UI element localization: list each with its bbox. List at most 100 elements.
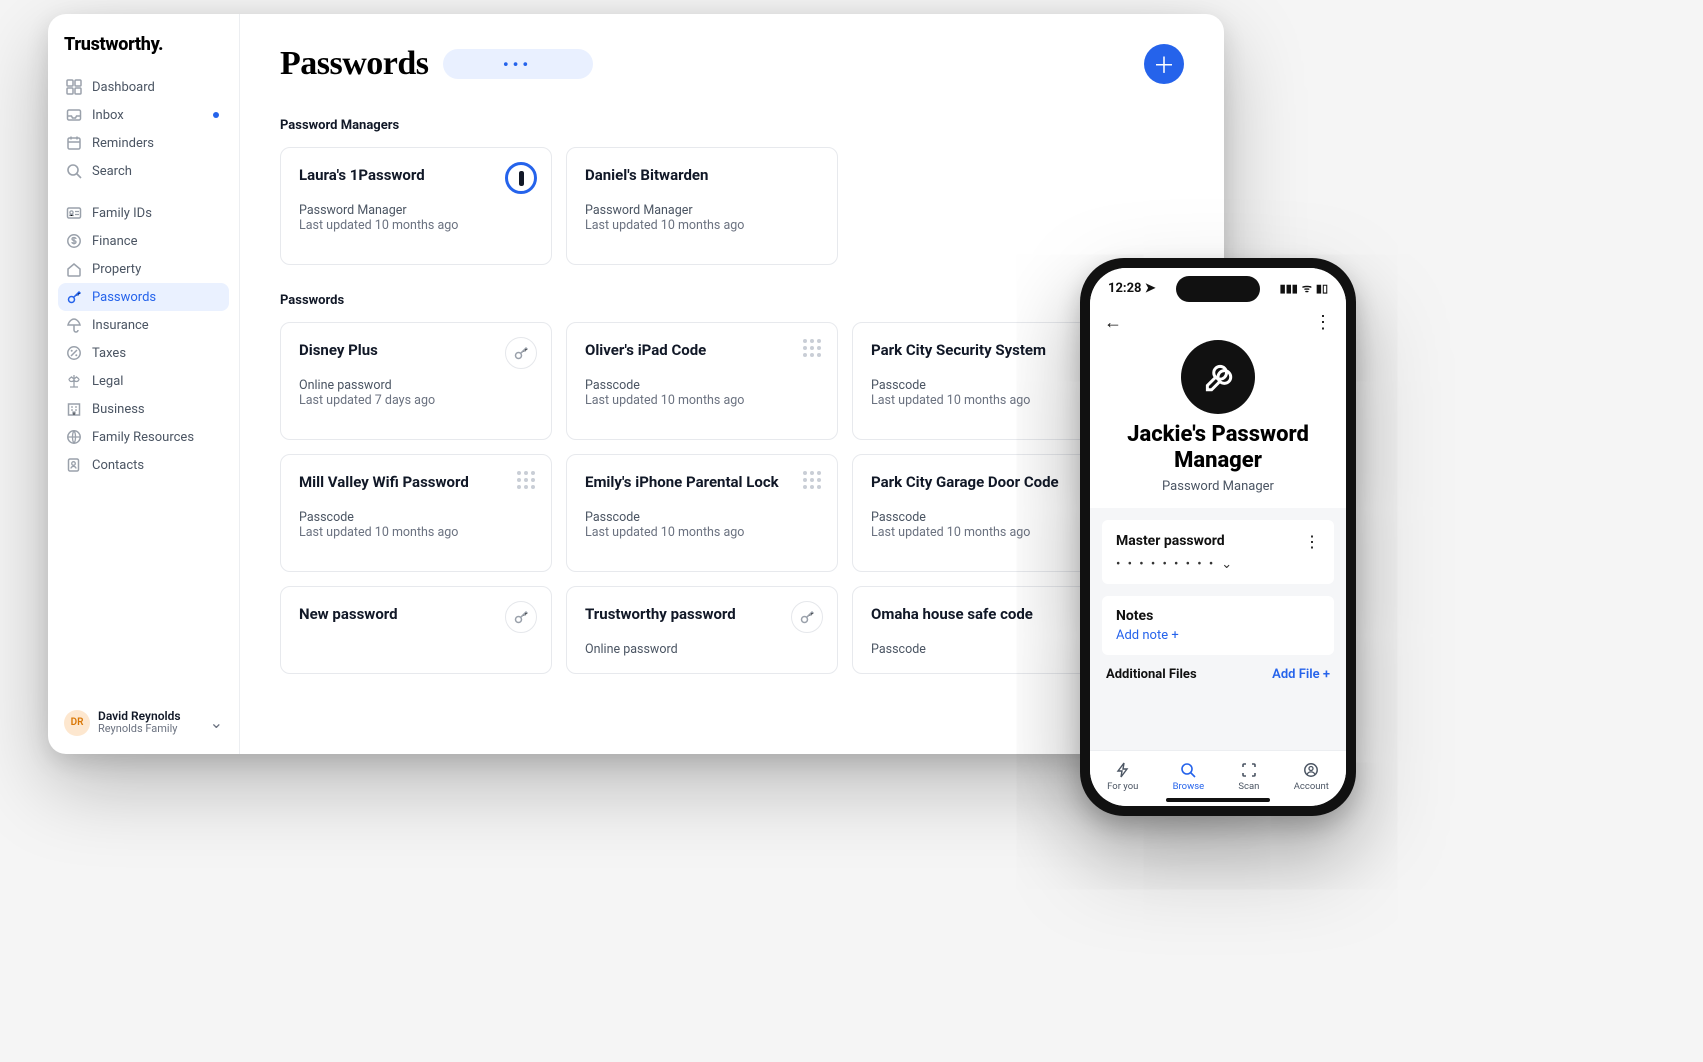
notes-card: Notes Add note + [1102,596,1334,655]
sidebar-item-label: Dashboard [92,80,155,95]
add-note-link[interactable]: Add note + [1116,628,1320,643]
phone-screen: 12:28 ➤ ▮▮▮ ᯤ ▮▯ ← ⋮ Jackie's Password M… [1090,268,1346,806]
card-type: Password Manager [585,203,819,218]
tab-account[interactable]: Account [1294,762,1329,792]
files-label: Additional Files [1106,667,1197,682]
chevron-down-icon: ⌄ [1221,557,1234,572]
home-indicator[interactable] [1166,798,1270,802]
card-grid-passwords: Disney Plus Online password Last updated… [280,322,1184,674]
card-updated: Last updated 10 months ago [871,525,1105,540]
add-file-link[interactable]: Add File + [1272,667,1330,682]
card-title: Disney Plus [299,341,533,360]
sidebar-item-label: Legal [92,374,123,389]
phone-notch [1176,276,1260,302]
sidebar-item-reminders[interactable]: Reminders [58,129,229,157]
scale-icon [66,373,82,389]
card-password[interactable]: Mill Valley Wifi Password Passcode Last … [280,454,552,572]
sidebar-item-label: Finance [92,234,137,249]
more-options-pill[interactable]: ••• [443,49,593,79]
card-type: Passcode [871,510,1105,525]
umbrella-icon [66,317,82,333]
card-title: Daniel's Bitwarden [585,166,819,185]
card-title: Park City Security System [871,341,1105,360]
card-password[interactable]: New password [280,586,552,674]
back-button[interactable]: ← [1104,312,1122,333]
tab-for-you[interactable]: For you [1107,762,1138,792]
grip-icon [803,471,821,489]
master-password-card[interactable]: Master password ⋮ • • • • • • • • • ⌄ [1102,520,1334,584]
globe-icon [66,429,82,445]
card-type: Online password [299,378,533,393]
sidebar-item-taxes[interactable]: Taxes [58,339,229,367]
sidebar-item-family-ids[interactable]: Family IDs [58,199,229,227]
card-grid-managers: Laura's 1Password Password Manager Last … [280,147,1184,265]
sidebar-item-legal[interactable]: Legal [58,367,229,395]
card-updated: Last updated 10 months ago [299,525,533,540]
notes-label: Notes [1116,608,1320,624]
card-title: New password [299,605,533,624]
card-password[interactable]: Disney Plus Online password Last updated… [280,322,552,440]
page-header: Passwords ••• ＋ [280,44,1184,84]
card-password[interactable]: Emily's iPhone Parental Lock Passcode La… [566,454,838,572]
building-icon [66,401,82,417]
master-password-value[interactable]: • • • • • • • • • ⌄ [1116,557,1320,572]
sidebar-item-label: Inbox [92,108,124,123]
chevron-down-icon: ⌄ [210,713,223,732]
sidebar-item-label: Family Resources [92,430,194,445]
sidebar-item-search[interactable]: Search [58,157,229,185]
sidebar-item-label: Passwords [92,290,156,305]
sidebar-item-family-resources[interactable]: Family Resources [58,423,229,451]
more-vertical-icon[interactable]: ⋮ [1304,532,1320,551]
user-family: Reynolds Family [98,723,181,736]
percent-icon [66,345,82,361]
section-label-passwords: Passwords [280,293,1184,308]
sidebar-item-inbox[interactable]: Inbox [58,101,229,129]
card-title: Omaha house safe code [871,605,1105,624]
location-icon: ➤ [1145,281,1156,296]
card-title: Mill Valley Wifi Password [299,473,533,492]
sidebar-item-finance[interactable]: Finance [58,227,229,255]
card-type: Passcode [585,510,819,525]
battery-icon: ▮▯ [1316,282,1328,295]
card-type: Passcode [299,510,533,525]
card-updated: Last updated 10 months ago [585,218,819,233]
key-icon [505,601,537,633]
account-switcher[interactable]: DR David Reynolds Reynolds Family ⌄ [58,704,229,742]
more-vertical-icon[interactable]: ⋮ [1314,312,1332,333]
card-updated: Last updated 10 months ago [871,393,1105,408]
sidebar-item-dashboard[interactable]: Dashboard [58,73,229,101]
tab-label: Account [1294,781,1329,792]
sidebar-item-passwords[interactable]: Passwords [58,283,229,311]
sidebar-item-label: Taxes [92,346,126,361]
tab-label: Scan [1238,781,1259,792]
card-password[interactable]: Oliver's iPad Code Passcode Last updated… [566,322,838,440]
phone-header: Jackie's Password Manager Password Manag… [1090,336,1346,508]
sidebar-item-label: Business [92,402,145,417]
key-icon [791,601,823,633]
card-password-manager[interactable]: Laura's 1Password Password Manager Last … [280,147,552,265]
sidebar-item-property[interactable]: Property [58,255,229,283]
avatar: DR [64,710,90,736]
sidebar-item-business[interactable]: Business [58,395,229,423]
card-title: Park City Garage Door Code [871,473,1105,492]
dashboard-icon [66,79,82,95]
card-password[interactable]: Trustworthy password Online password [566,586,838,674]
nav-section-main: Family IDs Finance Property Passwords In… [58,199,229,479]
sidebar-item-contacts[interactable]: Contacts [58,451,229,479]
add-button[interactable]: ＋ [1144,44,1184,84]
sidebar-item-label: Reminders [92,136,154,151]
user-name: David Reynolds [98,710,181,724]
main-content: Passwords ••• ＋ Password Managers Laura'… [240,14,1224,754]
card-updated: Last updated 7 days ago [299,393,533,408]
grip-icon [803,339,821,357]
card-updated: Last updated 10 months ago [585,525,819,540]
tab-scan[interactable]: Scan [1238,762,1259,792]
home-icon [66,261,82,277]
card-password-manager[interactable]: Daniel's Bitwarden Password Manager Last… [566,147,838,265]
signal-icon: ▮▮▮ [1280,282,1298,295]
tab-browse[interactable]: Browse [1173,762,1205,792]
sidebar-item-label: Family IDs [92,206,152,221]
sidebar-item-insurance[interactable]: Insurance [58,311,229,339]
section-label-managers: Password Managers [280,118,1184,133]
card-title: Emily's iPhone Parental Lock [585,473,819,492]
